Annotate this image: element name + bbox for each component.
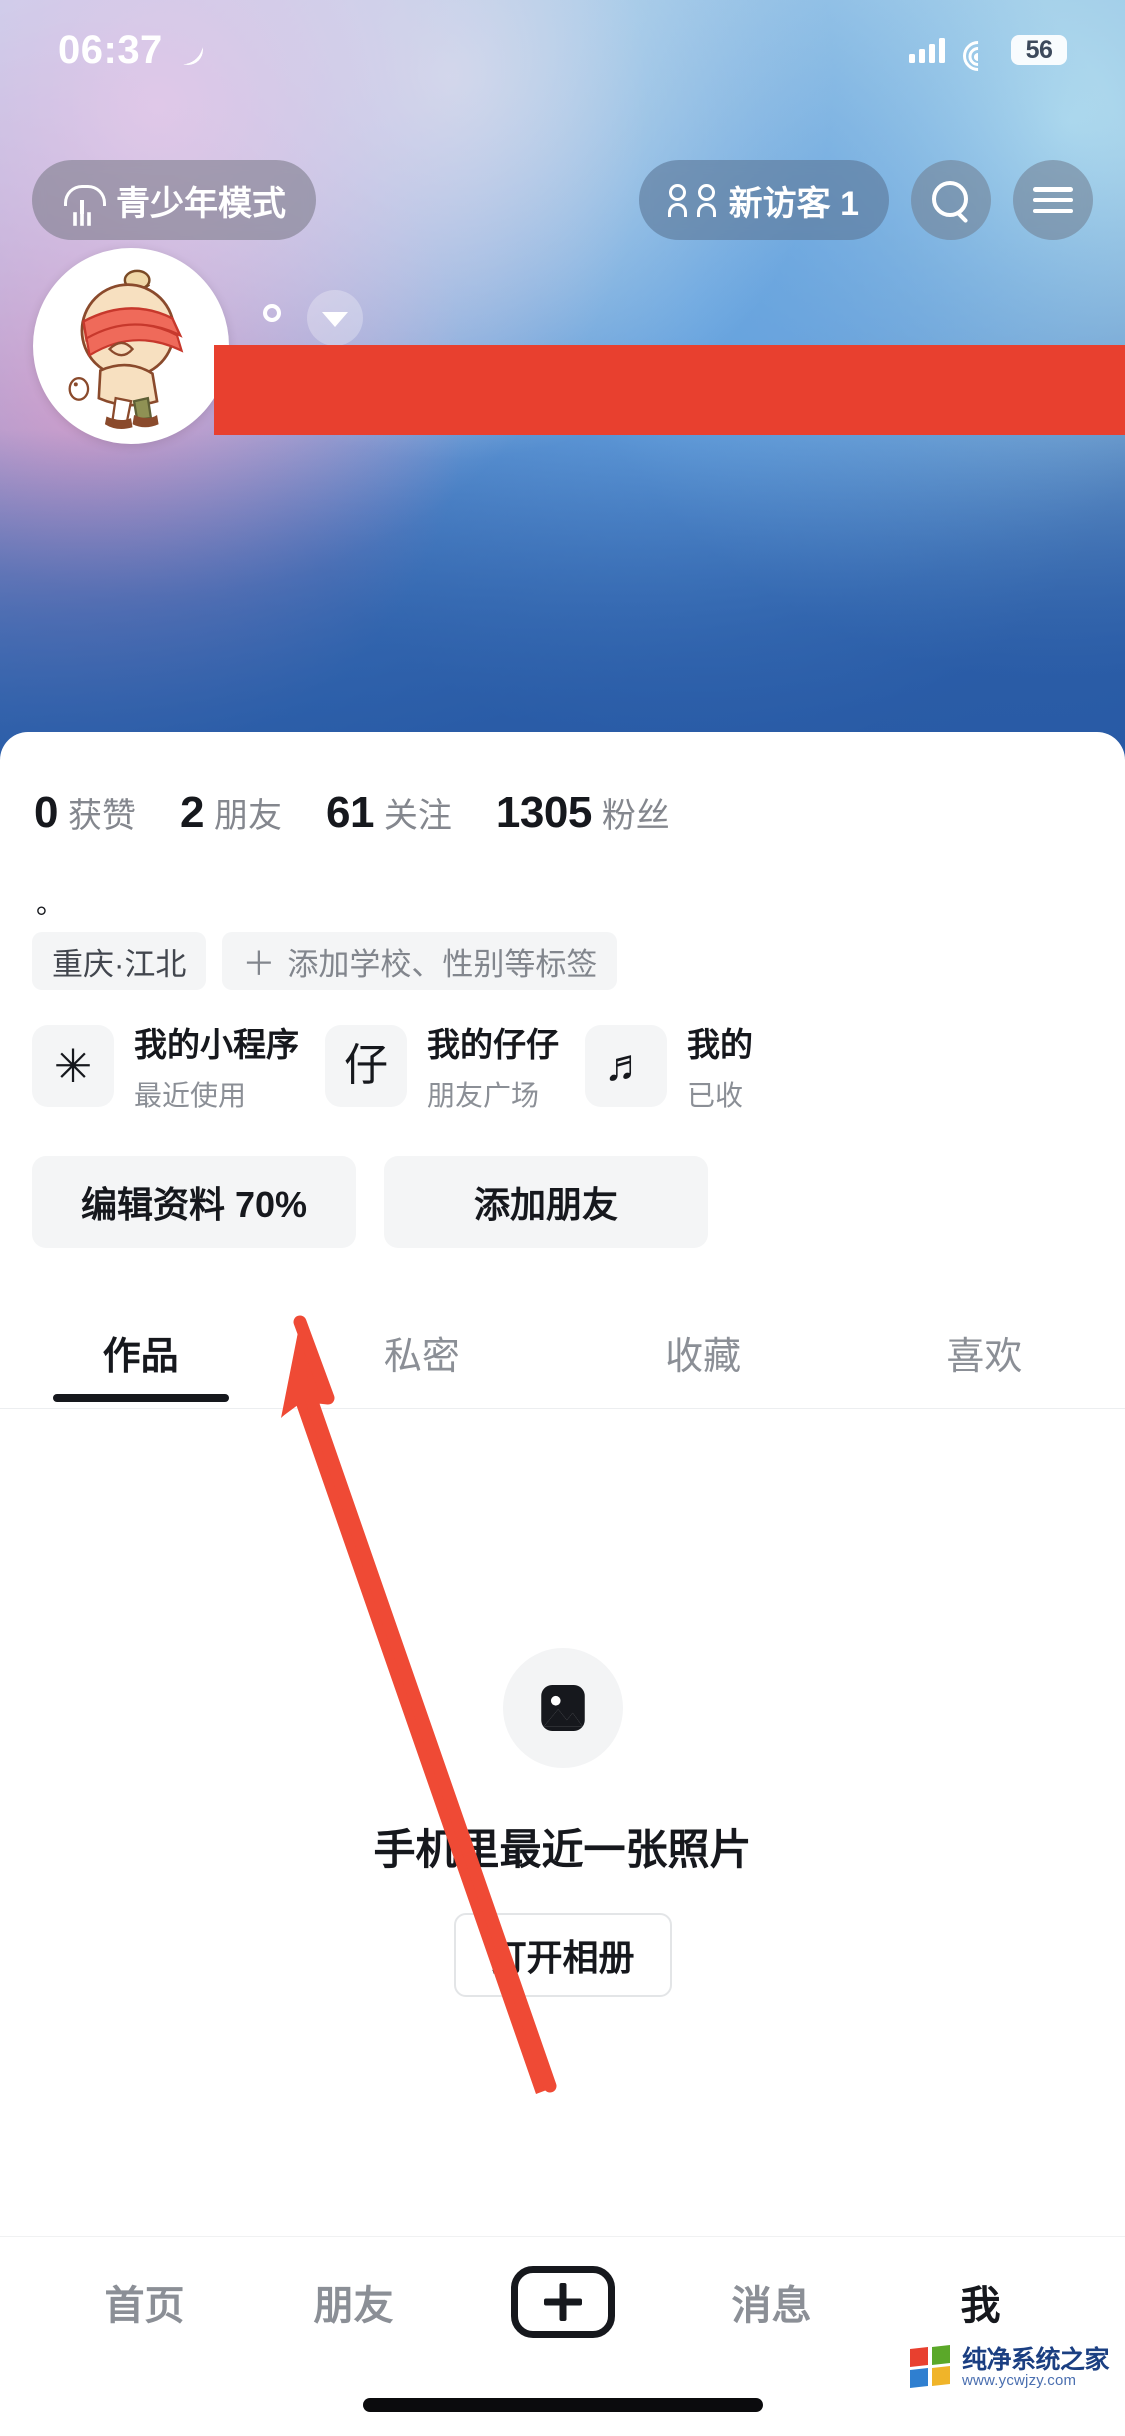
edit-profile-button[interactable]: 编辑资料 70% <box>32 1156 356 1248</box>
card-title: 我的 <box>687 1026 753 1063</box>
add-friend-button[interactable]: 添加朋友 <box>384 1156 708 1248</box>
profile-sheet: 0 获赞 2 朋友 61 关注 1305 粉丝 。 重庆·江北 ＋ 添加学校、性 <box>0 732 1125 2436</box>
cover-gradient-overlay <box>0 430 1125 760</box>
wifi-icon <box>956 34 1000 78</box>
stat-followers[interactable]: 1305 粉丝 <box>496 788 670 838</box>
asterisk-glyph: ✳ <box>53 1040 93 1092</box>
tab-favorites[interactable]: 收藏 <box>563 1296 844 1408</box>
site-watermark: 纯净系统之家 www.ycwjzy.com <box>909 2345 1110 2390</box>
card-mini-programs[interactable]: ✳ 我的小程序 最近使用 <box>32 1018 299 1114</box>
stat-label: 朋友 <box>213 797 282 835</box>
music-icon: ♬ <box>585 1025 667 1107</box>
stat-friends[interactable]: 2 朋友 <box>180 788 282 838</box>
stat-value: 0 <box>34 788 58 837</box>
teen-mode-label: 青少年模式 <box>116 184 286 223</box>
card-subtitle: 朋友广场 <box>427 1080 540 1111</box>
content-tabs: 作品 私密 收藏 喜欢 <box>0 1296 1125 1408</box>
profile-bio[interactable]: 。 <box>36 882 64 922</box>
bottom-nav-create-button[interactable] <box>458 2266 667 2338</box>
stat-likes[interactable]: 0 获赞 <box>34 788 136 838</box>
phone-screen: 06:37 56 青少年模式 新访客 1 0 获赞 2 朋友 61 关注 130… <box>0 0 1125 2436</box>
avatar-container[interactable] <box>33 248 363 444</box>
username-redaction-block <box>214 345 1125 435</box>
stat-label: 获赞 <box>67 797 136 835</box>
new-visitor-button[interactable]: 新访客 1 <box>638 160 889 240</box>
card-subtitle: 已收 <box>687 1080 744 1111</box>
profile-stats: 0 获赞 2 朋友 61 关注 1305 粉丝 <box>34 788 670 838</box>
profile-action-row: 编辑资料 70% 添加朋友 <box>32 1156 708 1248</box>
bottom-nav-messages[interactable]: 消息 <box>667 2273 876 2331</box>
empty-state: 手机里最近一张照片 打开相册 <box>0 1408 1125 2076</box>
card-title: 我的小程序 <box>134 1026 299 1063</box>
card-music[interactable]: ♬ 我的 已收 <box>585 1018 753 1114</box>
stat-label: 粉丝 <box>601 797 670 835</box>
tab-private[interactable]: 私密 <box>281 1296 562 1408</box>
menu-button[interactable] <box>1013 160 1093 240</box>
asterisk-icon: ✳ <box>32 1025 114 1107</box>
plus-icon <box>510 2266 615 2338</box>
watermark-logo-icon <box>909 2345 954 2390</box>
tab-works[interactable]: 作品 <box>0 1296 281 1408</box>
watermark-url: www.ycwjzy.com <box>961 2372 1077 2390</box>
card-subtitle: 最近使用 <box>134 1080 247 1111</box>
battery-indicator: 56 <box>1011 35 1067 65</box>
home-indicator <box>362 2398 763 2412</box>
tag-add-more[interactable]: ＋ 添加学校、性别等标签 <box>222 932 618 990</box>
chevron-down-icon[interactable] <box>307 290 363 346</box>
teen-mode-button[interactable]: 青少年模式 <box>32 160 316 240</box>
moon-icon <box>173 35 203 65</box>
gender-dot-icon <box>263 304 281 322</box>
status-time: 06:37 <box>58 27 163 72</box>
tag-add-label: 添加学校、性别等标签 <box>287 946 598 982</box>
stat-value: 1305 <box>495 788 592 837</box>
watermark-title: 纯净系统之家 <box>961 2346 1110 2374</box>
tag-location[interactable]: 重庆·江北 <box>32 932 207 990</box>
stat-label: 关注 <box>383 797 452 835</box>
tab-likes[interactable]: 喜欢 <box>844 1296 1125 1408</box>
stat-following[interactable]: 61 关注 <box>326 788 452 838</box>
open-album-button[interactable]: 打开相册 <box>453 1913 672 1997</box>
cellular-signal-icon <box>909 37 945 63</box>
status-bar-right: 56 <box>909 34 1067 78</box>
music-glyph: ♬ <box>604 1041 648 1090</box>
bottom-nav-friends[interactable]: 朋友 <box>249 2273 458 2331</box>
zaizai-icon: 仔 <box>325 1025 407 1107</box>
search-icon <box>930 179 972 221</box>
stat-value: 2 <box>179 788 204 837</box>
umbrella-icon <box>62 180 106 220</box>
zaizai-glyph: 仔 <box>344 1041 388 1090</box>
card-title: 我的仔仔 <box>427 1026 559 1063</box>
plus-icon: ＋ <box>242 945 276 982</box>
bottom-nav-home[interactable]: 首页 <box>40 2273 249 2331</box>
empty-state-title: 手机里最近一张照片 <box>373 1826 752 1873</box>
status-bar: 06:37 56 <box>0 0 1125 100</box>
card-zaizai[interactable]: 仔 我的仔仔 朋友广场 <box>325 1018 559 1114</box>
stat-value: 61 <box>325 788 374 837</box>
hamburger-menu-icon <box>1033 187 1073 213</box>
image-placeholder-icon <box>502 1648 623 1768</box>
status-bar-left: 06:37 <box>58 28 203 73</box>
new-visitor-label: 新访客 1 <box>728 184 859 223</box>
bottom-navigation-bar: 首页 朋友 消息 我 <box>0 2236 1125 2436</box>
bottom-nav-me[interactable]: 我 <box>876 2273 1085 2331</box>
feature-card-row: ✳ 我的小程序 最近使用 仔 我的仔仔 朋友广场 ♬ 我的 已收 <box>32 1018 753 1114</box>
search-button[interactable] <box>911 160 991 240</box>
top-navigation-bar: 青少年模式 新访客 1 <box>0 150 1125 250</box>
profile-tags: 重庆·江北 ＋ 添加学校、性别等标签 <box>32 932 618 990</box>
avatar[interactable] <box>33 248 229 444</box>
people-icon <box>667 183 716 217</box>
